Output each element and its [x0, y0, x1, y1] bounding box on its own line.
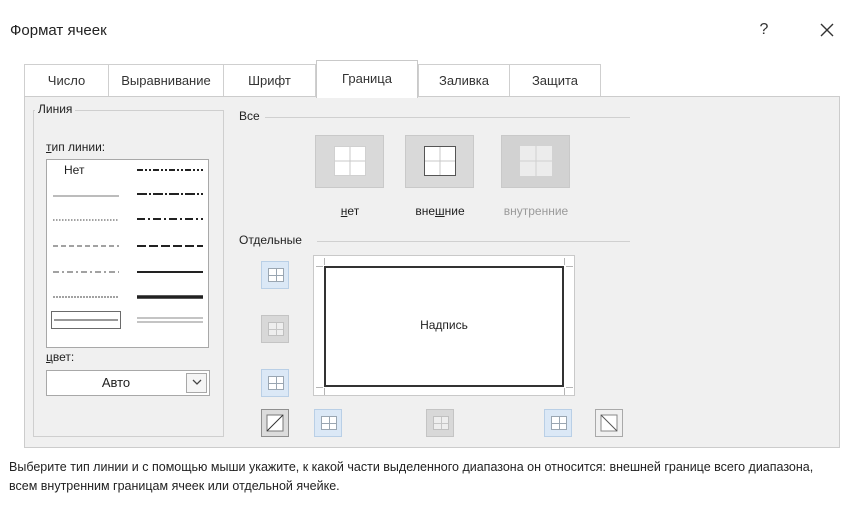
color-label: цвет:: [46, 350, 75, 364]
border-bottom-button[interactable]: [261, 369, 289, 397]
preset-none-label: нет: [340, 204, 360, 218]
border-top-icon: [268, 268, 284, 282]
close-icon: [820, 23, 834, 37]
border-inside-icon: [520, 146, 552, 176]
border-diagonal-down-button[interactable]: [595, 409, 623, 437]
border-outline-icon: [424, 146, 456, 176]
close-button[interactable]: [812, 15, 842, 45]
preset-inside-button[interactable]: [501, 135, 570, 188]
preview-tick: [324, 258, 325, 265]
border-diagonal-up-button[interactable]: [261, 409, 289, 437]
border-bottom-icon: [268, 376, 284, 390]
border-inside-vertical-icon: [433, 416, 449, 430]
line-style-dash-dot-medium[interactable]: [137, 214, 203, 224]
border-right-icon: [551, 416, 567, 430]
chevron-down-icon[interactable]: [186, 373, 207, 393]
line-style-hairline[interactable]: [53, 191, 119, 201]
tab-fill[interactable]: Заливка: [418, 64, 510, 97]
diagonal-down-icon: [600, 414, 618, 432]
line-style-selected-thin[interactable]: [51, 311, 121, 329]
line-style-list[interactable]: Нет: [46, 159, 209, 348]
preview-tick: [564, 388, 565, 395]
border-inside-horizontal-button[interactable]: [261, 315, 289, 343]
hint-text: Выберите тип линии и с помощью мыши укаж…: [9, 460, 814, 493]
border-preview[interactable]: Надпись: [313, 255, 575, 396]
border-left-button[interactable]: [314, 409, 342, 437]
tab-font[interactable]: Шрифт: [223, 64, 316, 97]
line-style-medium[interactable]: [137, 267, 203, 277]
border-top-button[interactable]: [261, 261, 289, 289]
border-left-icon: [321, 416, 337, 430]
tab-protection[interactable]: Защита: [509, 64, 601, 97]
line-type-label: тип линии:: [46, 140, 106, 154]
presets-title: Все: [236, 109, 263, 123]
tab-border[interactable]: Граница: [316, 60, 418, 98]
line-group-title: Линия: [35, 102, 76, 116]
line-style-dashed-medium[interactable]: [137, 241, 203, 251]
color-value: Авто: [101, 375, 131, 390]
dialog-title: Формат ячеек: [10, 22, 107, 39]
format-cells-dialog: Формат ячеек ? Число Выравнивание Шрифт …: [0, 0, 854, 507]
tab-number[interactable]: Число: [24, 64, 109, 97]
line-style-thick[interactable]: [137, 292, 203, 302]
preview-tick: [564, 258, 565, 265]
border-group-title: Отдельные: [236, 233, 305, 247]
preset-none-button[interactable]: [315, 135, 384, 188]
preset-outline-button[interactable]: [405, 135, 474, 188]
preview-tick: [316, 387, 323, 388]
preview-tick: [566, 387, 573, 388]
line-style-dash-dot-thin[interactable]: [53, 267, 119, 277]
line-style-dash-dot-dot-medium[interactable]: [137, 165, 203, 175]
line-style-dots-dense[interactable]: [53, 292, 119, 302]
preview-tick: [316, 266, 323, 267]
border-separator: [317, 241, 630, 242]
presets-separator: [265, 117, 630, 118]
preview-tick: [324, 388, 325, 395]
preview-text: Надпись: [420, 318, 468, 332]
line-style-dash-dot-dot-thin[interactable]: [53, 241, 119, 251]
preview-cell: Надпись: [324, 266, 564, 387]
diagonal-up-icon: [266, 414, 284, 432]
border-right-button[interactable]: [544, 409, 572, 437]
border-none-icon: [334, 146, 366, 176]
border-inside-vertical-button[interactable]: [426, 409, 454, 437]
preset-inside-label: внутренние: [503, 204, 569, 218]
preset-outline-label: внешние: [415, 204, 465, 218]
preview-tick: [566, 266, 573, 267]
border-panel: Линия тип линии: Нет цвет: Авто Все нет …: [24, 96, 840, 448]
color-dropdown[interactable]: Авто: [46, 370, 210, 396]
line-style-none[interactable]: Нет: [64, 163, 84, 177]
line-style-dotted[interactable]: [53, 215, 119, 225]
help-button[interactable]: ?: [752, 17, 776, 43]
line-style-slanted-dash-dot[interactable]: [137, 189, 203, 199]
line-style-double[interactable]: [137, 315, 203, 325]
border-inside-horizontal-icon: [268, 322, 284, 336]
tab-alignment[interactable]: Выравнивание: [108, 64, 224, 97]
